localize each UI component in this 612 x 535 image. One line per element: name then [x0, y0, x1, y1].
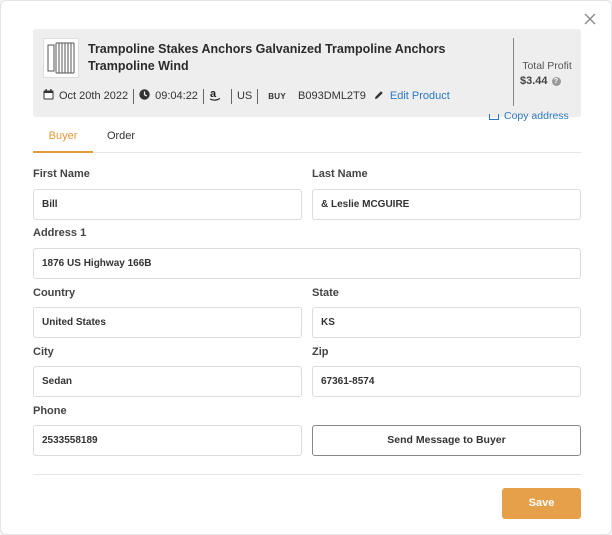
product-thumbnail	[43, 38, 79, 78]
clock-icon	[139, 89, 150, 103]
city-label: City	[33, 346, 54, 358]
copy-address-button[interactable]: Copy address	[489, 110, 569, 122]
save-button[interactable]: Save	[502, 488, 581, 519]
close-icon-glyph	[584, 13, 596, 25]
close-icon[interactable]	[580, 11, 600, 31]
address1-label: Address 1	[33, 227, 87, 239]
last-name-label: Last Name	[312, 168, 368, 180]
asin: B093DML2T9	[298, 90, 366, 102]
separator	[133, 88, 135, 104]
svg-text:a: a	[210, 88, 217, 100]
order-date: Oct 20th 2022	[59, 90, 129, 102]
amazon-icon: a	[209, 88, 221, 104]
total-profit-label: Total Profit	[522, 60, 572, 72]
tab-order[interactable]: Order	[99, 126, 143, 153]
edit-product-link[interactable]: Edit Product	[390, 90, 450, 102]
product-title: Trampoline Stakes Anchors Galvanized Tra…	[88, 42, 446, 73]
header-divider	[513, 38, 514, 106]
send-message-button[interactable]: Send Message to Buyer	[312, 425, 581, 456]
separator	[202, 88, 204, 104]
state-label: State	[312, 287, 339, 299]
pencil-icon[interactable]	[374, 90, 384, 103]
state-field[interactable]: KS	[312, 307, 581, 338]
product-meta: Oct 20th 2022 09:04:22 a US BUY B093DML2…	[43, 88, 450, 104]
tab-buyer[interactable]: Buyer	[33, 126, 93, 153]
copy-address-label: Copy address	[504, 110, 569, 122]
separator	[257, 88, 259, 104]
country-code: US	[236, 90, 253, 102]
copy-icon	[489, 114, 499, 120]
country-label: Country	[33, 287, 76, 299]
buy-badge: BUY	[268, 91, 287, 101]
first-name-label: First Name	[33, 168, 90, 180]
zip-label: Zip	[312, 346, 329, 358]
buyer-modal: Trampoline Stakes Anchors Galvanized Tra…	[0, 0, 612, 535]
phone-field[interactable]: 2533558189	[33, 425, 302, 456]
order-time: 09:04:22	[155, 90, 198, 102]
separator	[230, 88, 232, 104]
footer-divider	[33, 474, 581, 475]
last-name-field[interactable]: & Leslie MCGUIRE	[312, 189, 581, 220]
total-profit-amount: $3.44	[520, 75, 548, 87]
phone-label: Phone	[33, 405, 67, 417]
total-profit-value: $3.44 ?	[520, 75, 561, 87]
city-field[interactable]: Sedan	[33, 366, 302, 397]
address1-field[interactable]: 1876 US Highway 166B	[33, 248, 581, 279]
help-icon[interactable]: ?	[551, 76, 561, 86]
tab-bar: Buyer Order	[33, 126, 581, 153]
country-field[interactable]: United States	[33, 307, 302, 338]
calendar-icon	[43, 89, 54, 103]
product-header: Trampoline Stakes Anchors Galvanized Tra…	[33, 29, 581, 117]
product-image	[47, 42, 75, 74]
first-name-field[interactable]: Bill	[33, 189, 302, 220]
zip-field[interactable]: 67361-8574	[312, 366, 581, 397]
